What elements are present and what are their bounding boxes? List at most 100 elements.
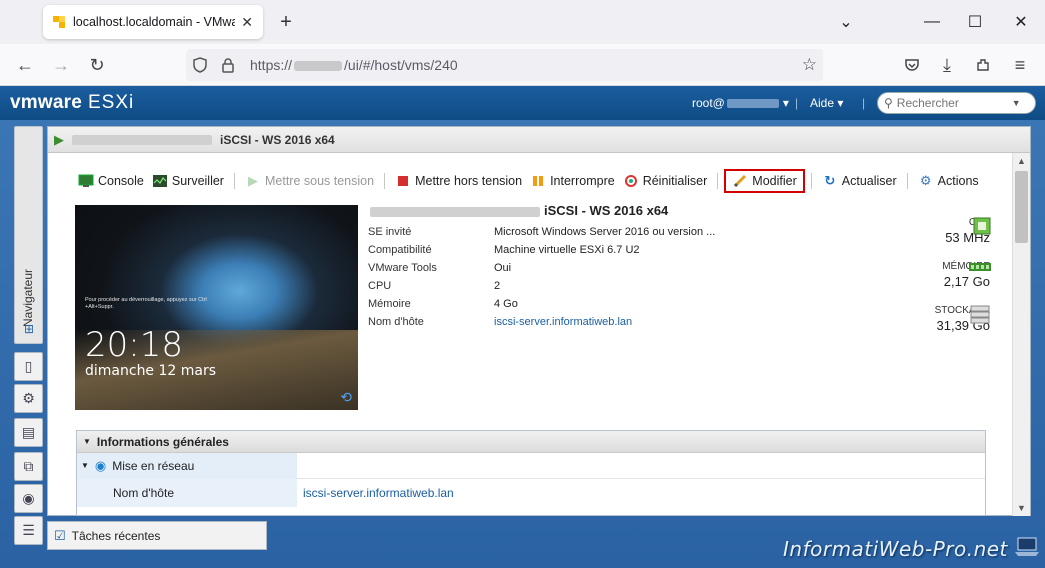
panel-scrollbar[interactable]: ▲ ▼ — [1012, 153, 1030, 516]
toolbar-separator — [717, 173, 719, 189]
edit-button[interactable]: Modifier — [724, 169, 805, 193]
blurred-vm-prefix — [370, 206, 540, 217]
reload-button[interactable]: ↻ — [84, 52, 110, 78]
browser-nav-bar: ← → ↻ https:///ui/#/host/vms/240 ☆ ⤓ ≡ — [0, 44, 1045, 86]
vm-panel: ▶ iSCSI - WS 2016 x64 Console Surveiller… — [47, 126, 1031, 516]
back-button[interactable]: ← — [12, 52, 38, 78]
cpu-chip-icon — [972, 217, 992, 235]
downloads-icon[interactable]: ⤓ — [934, 52, 960, 78]
caret-down-icon: ▼ — [81, 461, 89, 470]
recent-tasks-bar[interactable]: ☑ Tâches récentes — [47, 521, 267, 550]
networking-row[interactable]: ▼ ◉ Mise en réseau — [77, 452, 985, 479]
laptop-icon — [1014, 534, 1040, 560]
vm-settings-icon[interactable]: ⚙ — [14, 384, 43, 413]
tab-title: localhost.localdomain - VMware — [73, 15, 236, 29]
toolbar-separator — [384, 173, 386, 189]
general-hostname-link[interactable]: iscsi-server.informatiweb.lan — [297, 486, 454, 500]
watermark: InformatiWeb-Pro.net — [783, 537, 1008, 561]
storage-disk-icon — [970, 305, 990, 324]
power-on-button[interactable]: ▶ Mettre sous tension — [241, 169, 378, 193]
ease-of-access-icon: ⟲ — [340, 389, 352, 405]
refresh-icon: ↻ — [824, 173, 836, 188]
vm-powered-on-icon: ▶ — [54, 131, 64, 147]
info-row: Mémoire 4 Go — [368, 298, 518, 310]
toolbar-separator — [233, 173, 235, 189]
toolbar-separator — [810, 173, 812, 189]
close-window-button[interactable]: ✕ — [1006, 8, 1036, 36]
panel-title: ▶ iSCSI - WS 2016 x64 — [48, 127, 1030, 153]
actions-button[interactable]: ⚙ Actions — [914, 169, 983, 193]
vm-toolbar: Console Surveiller ▶ Mettre sous tension … — [74, 169, 983, 193]
power-off-button[interactable]: Mettre hors tension — [391, 169, 526, 193]
monitor-icon — [152, 173, 168, 189]
edit-icon — [732, 173, 748, 189]
virtual-machines-icon[interactable]: ⧉ — [14, 452, 43, 481]
monitor-button[interactable]: Surveiller — [148, 169, 228, 193]
reset-icon — [623, 173, 639, 189]
forward-button[interactable]: → — [48, 52, 74, 78]
user-menu[interactable]: root@ ▾ — [692, 96, 789, 110]
list-icon[interactable]: ☰ — [14, 516, 43, 545]
header-separator: | — [795, 96, 799, 110]
scroll-down-icon[interactable]: ▼ — [1017, 503, 1026, 513]
new-tab-button[interactable]: + — [276, 10, 296, 34]
storage-icon[interactable]: ▤ — [14, 418, 43, 447]
search-box[interactable]: ⚲ ▼ — [877, 92, 1036, 114]
general-info-header[interactable]: ▼ Informations générales — [77, 431, 985, 453]
url-text: https:///ui/#/host/vms/240 — [250, 57, 458, 73]
lockscreen-time: 20:18 — [85, 325, 183, 365]
navigator-toggle[interactable]: Navigateur ⊞ — [14, 126, 43, 344]
lockscreen-date: dimanche 12 mars — [85, 363, 217, 379]
vm-info-table: SE invité Microsoft Windows Server 2016 o… — [368, 223, 715, 331]
refresh-button[interactable]: ↻ Actualiser — [818, 169, 901, 193]
info-row: SE invité Microsoft Windows Server 2016 o… — [368, 226, 716, 238]
network-globe-icon: ◉ — [94, 457, 107, 473]
caret-down-icon: ▼ — [83, 437, 91, 446]
extensions-icon[interactable] — [970, 52, 996, 78]
info-row: CPU 2 — [368, 280, 501, 292]
browser-tab-bar: localhost.localdomain - VMware ✕ + ⌄ — ☐… — [0, 0, 1045, 44]
search-input[interactable] — [896, 96, 1012, 110]
hostname-link[interactable]: iscsi-server.informatiweb.lan — [494, 316, 632, 328]
chevron-down-icon: ▾ — [837, 96, 844, 110]
power-off-icon — [395, 173, 411, 189]
shield-icon[interactable] — [186, 49, 214, 81]
networking-icon[interactable]: ◉ — [14, 484, 43, 513]
console-button[interactable]: Console — [74, 169, 148, 193]
general-info-section: ▼ Informations générales ▼ ◉ Mise en réseau… — [76, 430, 986, 516]
lock-icon[interactable] — [214, 49, 242, 81]
unlock-hint: Pour procéder au déverrouillage, appuyez… — [85, 297, 207, 310]
vmware-esxi-logo: vmware ESXi — [10, 92, 135, 113]
info-row: Nom d'hôte iscsi-server.informatiweb.lan — [368, 316, 633, 328]
navigator-label: Navigateur — [21, 268, 35, 327]
host-icon[interactable]: ▯ — [14, 352, 43, 381]
vmware-favicon-icon — [53, 16, 65, 28]
tasks-icon: ☑ — [54, 527, 66, 543]
minimize-button[interactable]: — — [917, 8, 947, 36]
vm-info-title: iSCSI - WS 2016 x64 — [370, 203, 668, 218]
menu-icon[interactable]: ≡ — [1007, 52, 1033, 78]
esxi-header: vmwareESXi root@▾ | Aide ▾ | ⚲ ▼ — [0, 86, 1045, 120]
reset-button[interactable]: Réinitialiser — [619, 169, 712, 193]
toolbar-separator — [906, 173, 908, 189]
tab-close-icon[interactable]: ✕ — [241, 14, 253, 31]
vm-console-preview[interactable]: Pour procéder au déverrouillage, appuyez… — [75, 205, 358, 410]
scroll-up-icon[interactable]: ▲ — [1017, 156, 1026, 166]
help-menu[interactable]: Aide ▾ — [810, 96, 843, 110]
chevron-down-icon: ▾ — [782, 96, 789, 110]
address-bar[interactable]: https:///ui/#/host/vms/240 ☆ — [186, 49, 823, 81]
memory-icon — [968, 261, 991, 279]
browser-tab[interactable]: localhost.localdomain - VMware ✕ — [43, 5, 263, 39]
info-row: Compatibilité Machine virtuelle ESXi 6.7 … — [368, 244, 640, 256]
hostname-row: Nom d'hôte iscsi-server.informatiweb.lan — [77, 479, 985, 507]
power-on-icon: ▶ — [247, 173, 258, 188]
blurred-vm-prefix — [72, 134, 212, 145]
header-separator: | — [862, 96, 866, 110]
bookmark-star-icon[interactable]: ☆ — [802, 55, 817, 75]
pocket-icon[interactable] — [899, 52, 925, 78]
suspend-button[interactable]: Interrompre — [526, 169, 619, 193]
search-dropdown-icon[interactable]: ▼ — [1012, 98, 1021, 108]
maximize-button[interactable]: ☐ — [960, 8, 990, 36]
scroll-thumb[interactable] — [1015, 171, 1028, 243]
tab-list-chevron-icon[interactable]: ⌄ — [831, 8, 861, 36]
